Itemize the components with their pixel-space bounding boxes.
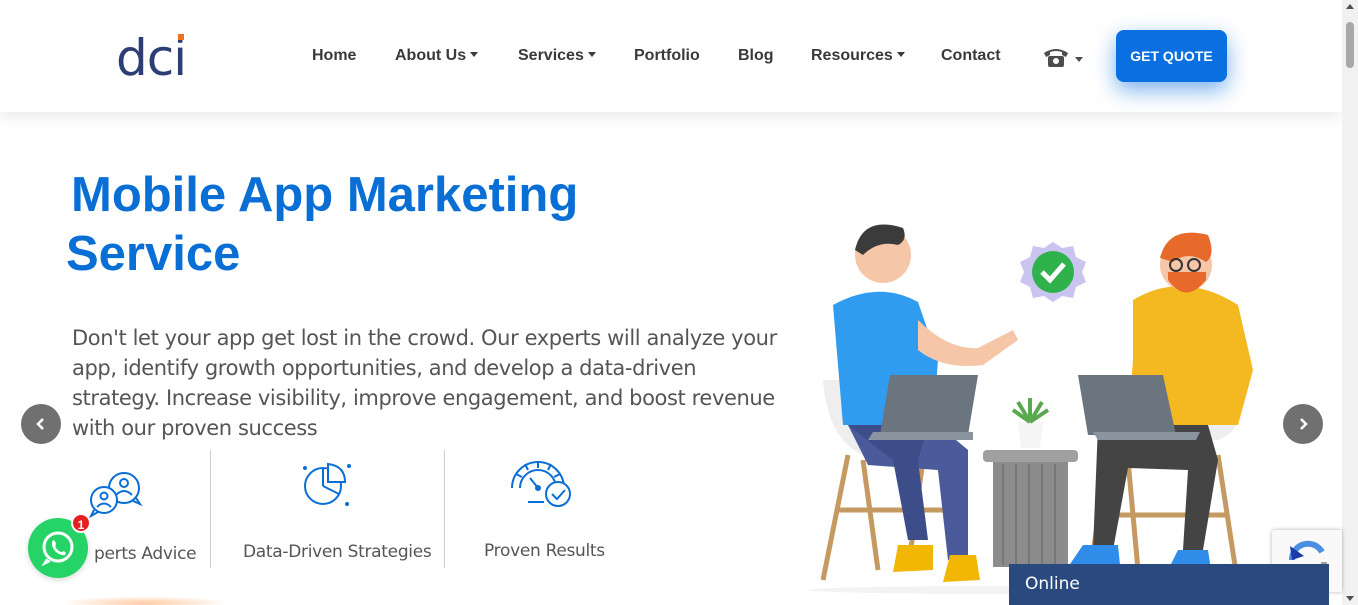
nav-blog[interactable]: Blog	[738, 47, 774, 65]
verified-badge-icon	[1020, 242, 1086, 302]
scroll-down-arrow-icon[interactable]	[1346, 596, 1354, 601]
feature-proven-results: Proven Results	[445, 450, 645, 570]
nav-home[interactable]: Home	[312, 47, 356, 65]
nav-resources[interactable]: Resources	[811, 47, 905, 65]
hero-title-line1: Mobile App Marketing	[71, 168, 579, 222]
chevron-right-icon	[1300, 418, 1308, 430]
decorative-glow	[60, 596, 230, 605]
scroll-thumb[interactable]	[1346, 22, 1354, 68]
dci-logo[interactable]: dci	[116, 29, 187, 87]
hero-illustration	[808, 224, 1253, 594]
nav-about-us[interactable]: About Us	[395, 47, 479, 65]
prev-slide-button[interactable]	[21, 404, 61, 444]
experts-icon	[88, 472, 143, 519]
scroll-up-arrow-icon[interactable]	[1346, 4, 1354, 9]
chevron-down-icon	[587, 52, 596, 57]
notification-badge: 1	[71, 513, 91, 533]
hero-title: Mobile App Marketing Service	[66, 166, 686, 284]
site-header: dci Home About Us Services Portfolio Blo…	[0, 0, 1342, 112]
feature-data-driven: Data-Driven Strategies	[211, 450, 444, 570]
pie-chart-icon	[303, 462, 351, 506]
feature-label: perts Advice	[94, 544, 197, 564]
logo-text: dci	[116, 29, 187, 87]
phone-icon	[1044, 49, 1083, 67]
next-slide-button[interactable]	[1283, 404, 1323, 444]
feature-label: Data-Driven Strategies	[243, 542, 432, 562]
feature-label: Proven Results	[484, 541, 605, 561]
nav-portfolio[interactable]: Portfolio	[634, 47, 700, 65]
gauge-check-icon	[511, 461, 571, 507]
hero-description: Don't let your app get lost in the crowd…	[72, 326, 777, 440]
chevron-left-icon	[36, 418, 44, 430]
page-scrollbar[interactable]	[1342, 0, 1358, 605]
hero-title-line2: Service	[66, 227, 241, 281]
get-quote-button[interactable]: GET QUOTE	[1116, 30, 1227, 82]
chevron-down-icon	[896, 52, 905, 57]
logo-dot	[178, 34, 185, 40]
nav-services[interactable]: Services	[518, 47, 596, 65]
chevron-down-icon	[470, 52, 479, 57]
live-chat-bar[interactable]: Online	[1009, 564, 1329, 605]
nav-contact[interactable]: Contact	[941, 47, 1001, 65]
phone-dropdown[interactable]	[1043, 44, 1085, 70]
